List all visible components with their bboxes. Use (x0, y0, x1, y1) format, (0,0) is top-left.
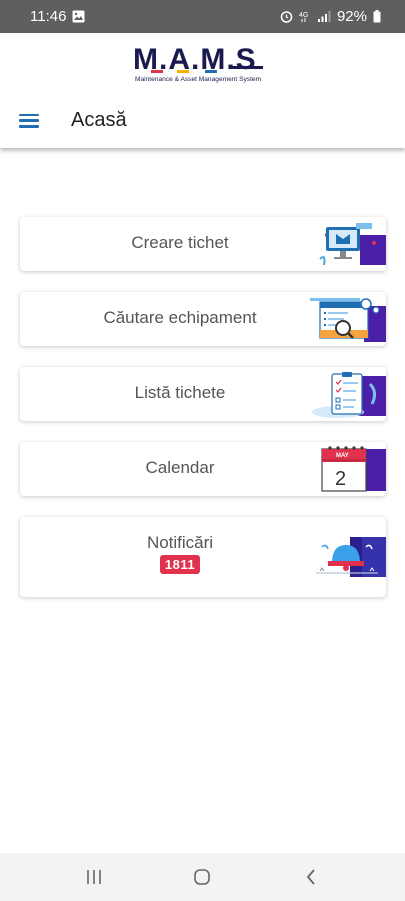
bell-illustration-icon (316, 537, 386, 577)
battery-icon (373, 10, 381, 23)
logo-bar: M.A.M.S Maintenance & Asset Management S… (0, 33, 405, 93)
svg-text:4G: 4G (299, 12, 308, 19)
calendar-day: 2 (335, 468, 346, 490)
home-icon[interactable] (182, 857, 222, 897)
notifications-card[interactable]: Notificări 1811 (20, 517, 386, 597)
ticket-list-illustration-icon (312, 372, 386, 418)
system-navigation-bar (0, 853, 405, 901)
equipment-search-card[interactable]: Căutare echipament (20, 292, 386, 346)
card-label: Listă tichete (134, 383, 226, 402)
status-bar: 11:46 4G 92% (0, 0, 405, 33)
create-ticket-card[interactable]: Creare tichet (20, 217, 386, 271)
card-label: Căutare echipament (103, 308, 257, 327)
hamburger-menu-icon[interactable] (19, 113, 39, 129)
status-time: 11:46 (30, 8, 67, 25)
notification-count-badge: 1811 (159, 555, 201, 574)
ticket-illustration-icon (319, 223, 386, 266)
equipment-search-illustration-icon (310, 298, 386, 342)
card-label: Creare tichet (131, 233, 229, 252)
ticket-list-card[interactable]: Listă tichete (20, 367, 386, 421)
page-title: Acasă (71, 109, 127, 131)
main-content: Creare tichet Căutare echipament Listă t… (0, 148, 405, 853)
svg-text:Maintenance & Asset Management: Maintenance & Asset Management System (135, 76, 262, 83)
battery-percent: 92% (336, 8, 367, 25)
signal-strength-icon (317, 11, 331, 22)
calendar-card[interactable]: Calendar MAY 2 (20, 442, 386, 496)
mams-logo: M.A.M.S Maintenance & Asset Management S… (133, 43, 263, 83)
4g-signal-icon: 4G (299, 12, 308, 22)
back-icon[interactable] (291, 857, 331, 897)
image-notification-icon (72, 10, 85, 23)
app-bar: Acasă (0, 93, 405, 148)
card-label: Notificări (146, 533, 214, 552)
card-label: Calendar (145, 458, 215, 477)
calendar-illustration-icon: MAY 2 (321, 446, 386, 492)
alarm-icon (280, 11, 293, 23)
recent-apps-icon[interactable] (74, 857, 114, 897)
calendar-month: MAY (336, 453, 349, 459)
